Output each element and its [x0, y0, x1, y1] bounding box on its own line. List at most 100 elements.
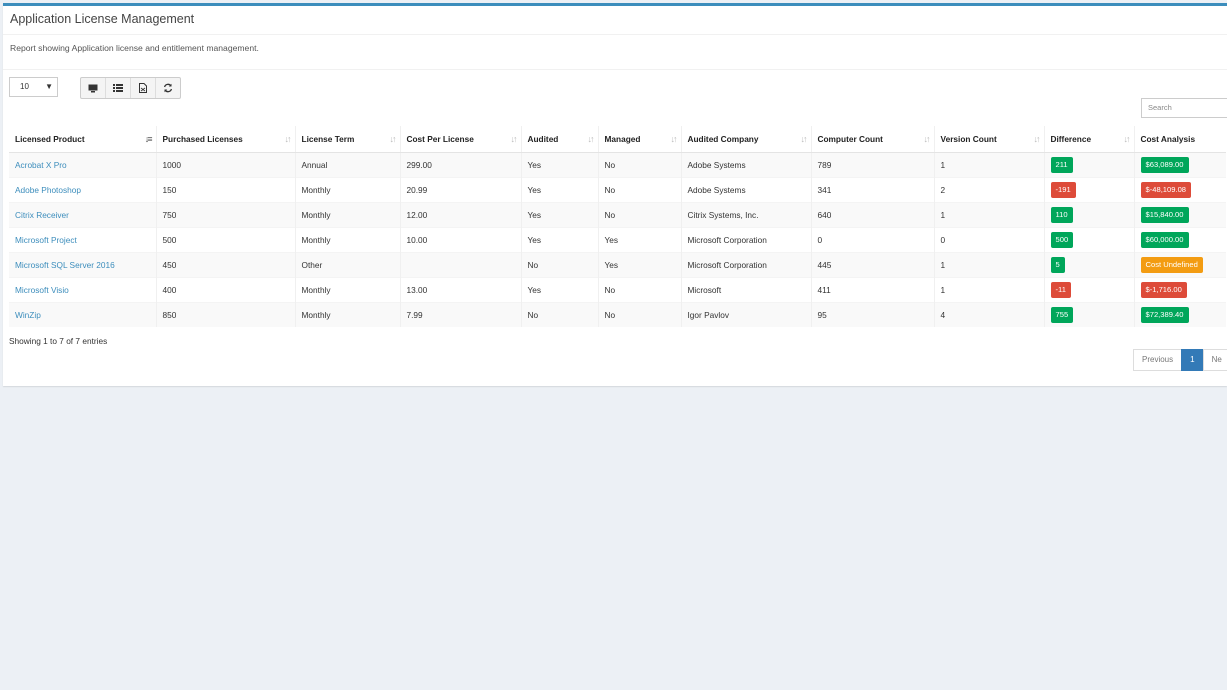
product-link[interactable]: WinZip [15, 310, 41, 320]
product-link[interactable]: Microsoft Visio [15, 285, 69, 295]
cell-cost: 299.00 [399, 152, 521, 178]
sort-desc-icon: ↓≡ [144, 134, 153, 144]
cell-company: Microsoft [680, 277, 811, 303]
column-header-managed[interactable]: Managed ↓↑ [597, 126, 681, 153]
cell-computers: 411 [810, 277, 934, 303]
product-link[interactable]: Acrobat X Pro [15, 160, 67, 170]
difference-badge: 211 [1050, 157, 1073, 173]
table-info: Showing 1 to 7 of 7 entries [9, 336, 108, 346]
column-header-cost-analysis[interactable]: Cost Analysis [1133, 126, 1226, 153]
cell-computers: 95 [810, 302, 934, 327]
cell-managed: No [597, 152, 681, 178]
column-header-difference[interactable]: Difference ↓↑ [1043, 126, 1134, 153]
cell-cost: 20.99 [399, 177, 521, 203]
cell-term: Monthly [294, 302, 400, 327]
page-title: Application License Management [10, 12, 195, 26]
column-header-purchased-licenses[interactable]: Purchased Licenses ↓↑ [155, 126, 295, 153]
previous-page-button[interactable]: Previous [1133, 349, 1183, 371]
chevron-down-icon: ▼ [45, 82, 53, 91]
cell-analysis: $-48,109.08 [1133, 177, 1226, 203]
difference-badge: -11 [1050, 282, 1071, 298]
sort-icon: ↓↑ [1123, 134, 1131, 144]
column-header-audited[interactable]: Audited ↓↑ [520, 126, 598, 153]
cell-product: Microsoft SQL Server 2016 [9, 252, 156, 278]
product-link[interactable]: Microsoft Project [15, 235, 77, 245]
cell-computers: 640 [810, 202, 934, 228]
cell-difference: -11 [1043, 277, 1134, 303]
sort-icon: ↓↑ [923, 134, 931, 144]
cell-term: Monthly [294, 202, 400, 228]
product-link[interactable]: Adobe Photoshop [15, 185, 81, 195]
table-row: Acrobat X Pro 1000 Annual 299.00 Yes No Adobe … [9, 152, 1226, 178]
next-page-button[interactable]: Ne [1202, 349, 1227, 371]
cell-versions: 2 [933, 177, 1044, 203]
cell-term: Monthly [294, 227, 400, 253]
cell-versions: 1 [933, 202, 1044, 228]
monitor-button[interactable] [81, 78, 106, 98]
license-table: Licensed Product ↓≡ Purchased Licenses ↓↑ … [9, 126, 1226, 327]
cell-company: Adobe Systems [680, 152, 811, 178]
cell-analysis: $72,389.40 [1133, 302, 1226, 327]
page-size-value: 10 [20, 82, 29, 91]
cell-purchased: 500 [155, 227, 295, 253]
difference-badge: 500 [1050, 232, 1074, 248]
sort-icon: ↓↑ [389, 134, 397, 144]
table-row: Microsoft Visio 400 Monthly 13.00 Yes No Micro… [9, 277, 1226, 303]
cell-audited: No [520, 252, 598, 278]
column-header-cost-per-license[interactable]: Cost Per License ↓↑ [399, 126, 521, 153]
cell-company: Microsoft Corporation [680, 252, 811, 278]
cell-difference: -191 [1043, 177, 1134, 203]
cell-difference: 110 [1043, 202, 1134, 228]
cell-cost [399, 252, 521, 278]
cell-audited: Yes [520, 227, 598, 253]
analysis-badge: $15,840.00 [1140, 207, 1189, 223]
cell-analysis: $15,840.00 [1133, 202, 1226, 228]
table-row: WinZip 850 Monthly 7.99 No No Igor Pavlov 95 4 75… [9, 302, 1226, 327]
difference-badge: 110 [1050, 207, 1073, 223]
sort-icon: ↓↑ [1033, 134, 1041, 144]
refresh-button[interactable] [156, 78, 180, 98]
difference-badge: 755 [1050, 307, 1074, 323]
analysis-badge: Cost Undefined [1140, 257, 1203, 273]
export-file-button[interactable] [131, 78, 156, 98]
cell-company: Microsoft Corporation [680, 227, 811, 253]
cell-audited: Yes [520, 202, 598, 228]
search-input[interactable]: Search [1141, 98, 1227, 118]
list-icon [113, 84, 123, 92]
page-subtitle: Report showing Application license and e… [3, 35, 1227, 70]
page-size-select[interactable]: 10 ▼ [9, 77, 58, 97]
analysis-badge: $-48,109.08 [1140, 182, 1192, 198]
column-header-audited-company[interactable]: Audited Company ↓↑ [680, 126, 811, 153]
cell-computers: 789 [810, 152, 934, 178]
product-link[interactable]: Citrix Receiver [15, 210, 69, 220]
cell-managed: Yes [597, 252, 681, 278]
cell-product: Microsoft Visio [9, 277, 156, 303]
cell-versions: 1 [933, 252, 1044, 278]
analysis-badge: $63,089.00 [1140, 157, 1189, 173]
difference-badge: -191 [1050, 182, 1076, 198]
sort-icon: ↓↑ [670, 134, 678, 144]
cell-term: Monthly [294, 277, 400, 303]
cell-purchased: 450 [155, 252, 295, 278]
cell-product: Adobe Photoshop [9, 177, 156, 203]
cell-product: Citrix Receiver [9, 202, 156, 228]
cell-purchased: 850 [155, 302, 295, 327]
column-header-licensed-product[interactable]: Licensed Product ↓≡ [9, 126, 156, 153]
table-row: Citrix Receiver 750 Monthly 12.00 Yes No Citri… [9, 202, 1226, 228]
export-file-icon [139, 83, 147, 93]
list-button[interactable] [106, 78, 131, 98]
cell-audited: Yes [520, 277, 598, 303]
cell-term: Monthly [294, 177, 400, 203]
refresh-icon [163, 83, 173, 93]
cell-term: Other [294, 252, 400, 278]
page-1-button[interactable]: 1 [1181, 349, 1204, 371]
export-button-group [80, 77, 181, 99]
cell-product: WinZip [9, 302, 156, 327]
column-header-license-term[interactable]: License Term ↓↑ [294, 126, 400, 153]
panel-header: Application License Management [3, 6, 1227, 35]
column-header-version-count[interactable]: Version Count ↓↑ [933, 126, 1044, 153]
product-link[interactable]: Microsoft SQL Server 2016 [15, 260, 115, 270]
column-header-computer-count[interactable]: Computer Count ↓↑ [810, 126, 934, 153]
cell-versions: 4 [933, 302, 1044, 327]
cell-computers: 0 [810, 227, 934, 253]
